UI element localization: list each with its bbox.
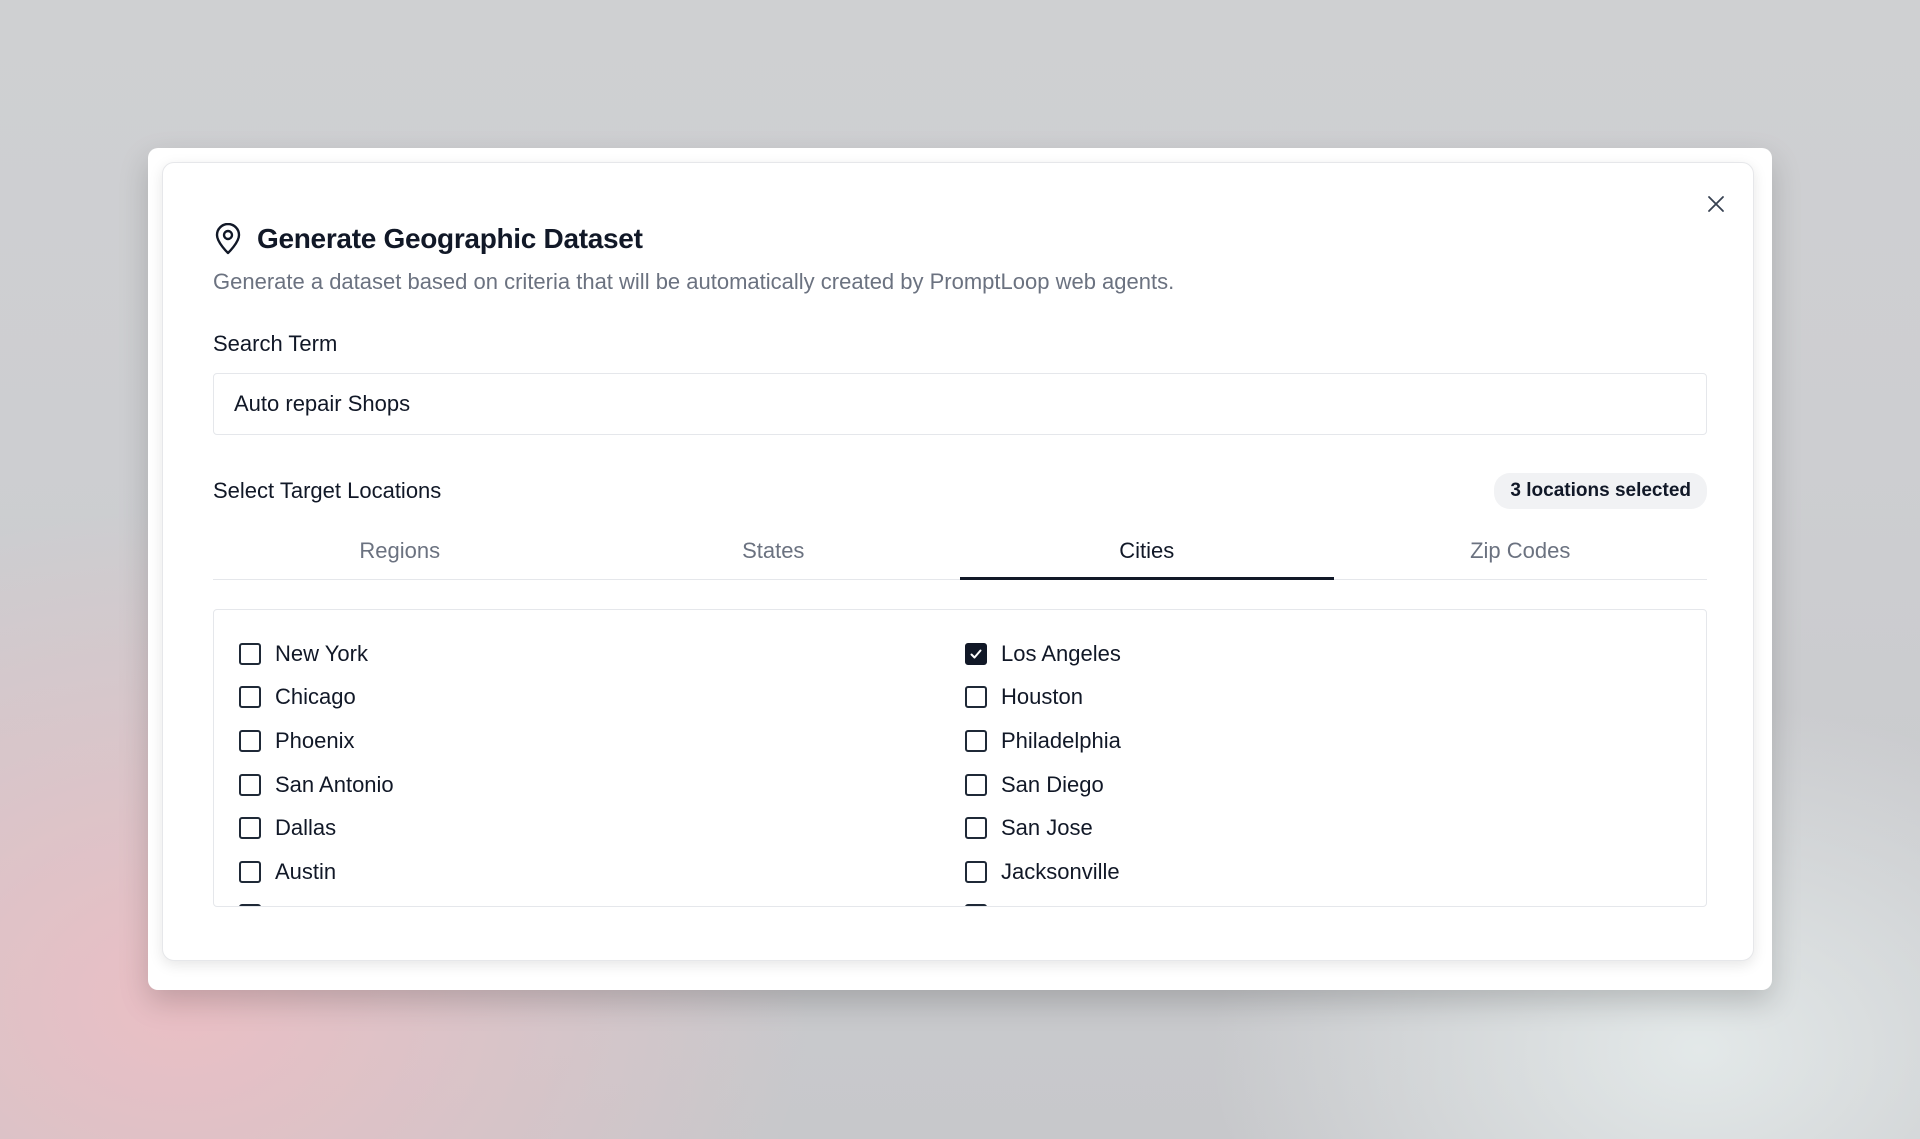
checkbox[interactable]	[965, 904, 987, 906]
checkbox[interactable]	[239, 860, 261, 883]
city-label: San Jose	[1001, 815, 1093, 841]
city-label: Chicago	[275, 684, 356, 710]
city-item-phoenix[interactable]: Phoenix	[239, 719, 394, 763]
city-item-san-diego[interactable]: San Diego	[965, 763, 1121, 807]
checkbox[interactable]	[965, 642, 987, 665]
check-icon	[970, 649, 982, 659]
tab-regions[interactable]: Regions	[213, 529, 587, 579]
checkbox[interactable]	[965, 773, 987, 796]
city-label: Philadelphia	[1001, 727, 1121, 753]
map-pin-icon	[215, 223, 241, 255]
checkbox[interactable]	[239, 729, 261, 752]
city-item-austin[interactable]: Austin	[239, 850, 394, 894]
checkbox[interactable]	[965, 860, 987, 883]
city-label: Austin	[275, 858, 337, 884]
city-item-philadelphia[interactable]: Philadelphia	[965, 719, 1121, 763]
location-type-tabs: Regions States Cities Zip Codes	[213, 529, 1707, 580]
city-item-columbus[interactable]: Columbus	[965, 894, 1121, 906]
tab-zip-codes[interactable]: Zip Codes	[1334, 529, 1708, 579]
tab-cities[interactable]: Cities	[960, 529, 1334, 580]
city-label: Jacksonville	[1001, 858, 1120, 884]
search-term-label: Search Term	[213, 331, 338, 356]
city-item-san-jose[interactable]: San Jose	[965, 806, 1121, 850]
city-label: Columbus	[1001, 902, 1100, 906]
generate-dataset-dialog: Generate Geographic Dataset Generate a d…	[162, 162, 1754, 961]
city-item-san-antonio[interactable]: San Antonio	[239, 763, 394, 807]
checkbox[interactable]	[239, 773, 261, 796]
city-item-fort-worth[interactable]: Fort Worth	[239, 894, 394, 906]
city-item-los-angeles[interactable]: Los Angeles	[965, 632, 1121, 676]
city-label: Dallas	[275, 815, 337, 841]
select-locations-label: Select Target Locations	[213, 478, 442, 503]
city-item-dallas[interactable]: Dallas	[239, 806, 394, 850]
city-checkbox-list[interactable]: New York Chicago Phoenix San Antonio Dallas A…	[213, 609, 1707, 907]
checkbox[interactable]	[239, 686, 261, 709]
city-item-jacksonville[interactable]: Jacksonville	[965, 850, 1121, 894]
city-item-houston[interactable]: Houston	[965, 676, 1121, 720]
city-label: San Diego	[1001, 771, 1104, 797]
city-label: Fort Worth	[275, 902, 379, 906]
dialog-title: Generate Geographic Dataset	[257, 223, 643, 254]
city-column-right: Los Angeles Houston Philadelphia San Diego S…	[965, 632, 1121, 906]
city-label: San Antonio	[275, 771, 394, 797]
selected-count-badge: 3 locations selected	[1494, 473, 1707, 509]
search-term-input[interactable]	[213, 373, 1707, 435]
checkbox[interactable]	[965, 817, 987, 840]
checkbox[interactable]	[239, 642, 261, 665]
city-label: Los Angeles	[1001, 640, 1121, 666]
city-label: New York	[275, 640, 368, 666]
tab-states[interactable]: States	[587, 529, 961, 579]
close-button[interactable]	[1699, 187, 1733, 221]
checkbox[interactable]	[239, 904, 261, 906]
checkbox[interactable]	[965, 729, 987, 752]
checkbox[interactable]	[965, 686, 987, 709]
checkbox[interactable]	[239, 817, 261, 840]
city-column-left: New York Chicago Phoenix San Antonio Dallas A…	[239, 632, 394, 906]
city-item-chicago[interactable]: Chicago	[239, 676, 394, 720]
dialog-subtitle: Generate a dataset based on criteria tha…	[213, 269, 1175, 294]
city-label: Phoenix	[275, 727, 355, 753]
city-label: Houston	[1001, 684, 1083, 710]
city-item-new-york[interactable]: New York	[239, 632, 394, 676]
dialog-header: Generate Geographic Dataset Generate a d…	[213, 223, 1703, 295]
close-icon	[1708, 196, 1724, 212]
